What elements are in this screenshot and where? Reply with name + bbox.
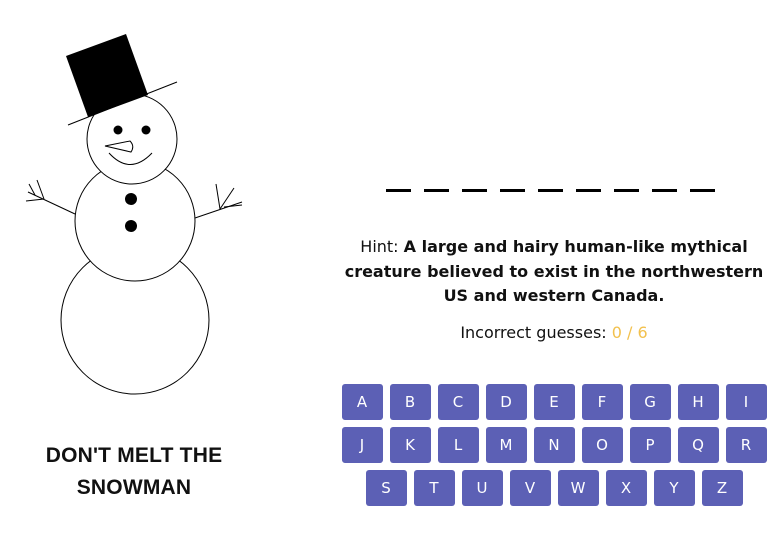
letter-key-x[interactable]: X	[605, 470, 647, 506]
letter-blank	[386, 189, 411, 192]
letter-key-j[interactable]: J	[341, 427, 383, 463]
hint-text: A large and hairy human-like mythical cr…	[344, 237, 764, 305]
letter-key-s[interactable]: S	[365, 470, 407, 506]
letter-blank	[462, 189, 487, 192]
letter-key-u[interactable]: U	[461, 470, 503, 506]
snowman-eye	[141, 125, 151, 135]
letter-blank	[538, 189, 563, 192]
letter-key-y[interactable]: Y	[653, 470, 695, 506]
letter-key-h[interactable]: H	[677, 384, 719, 420]
letter-key-p[interactable]: P	[629, 427, 671, 463]
letter-blank	[614, 189, 639, 192]
letter-key-m[interactable]: M	[485, 427, 527, 463]
letter-key-w[interactable]: W	[557, 470, 599, 506]
letter-key-q[interactable]: Q	[677, 427, 719, 463]
letter-key-f[interactable]: F	[581, 384, 623, 420]
letter-key-c[interactable]: C	[437, 384, 479, 420]
snowman-button	[125, 220, 137, 232]
letter-key-v[interactable]: V	[509, 470, 551, 506]
letter-blank	[652, 189, 677, 192]
snowman-left-arm	[25, 179, 76, 215]
letter-key-z[interactable]: Z	[701, 470, 743, 506]
letter-key-t[interactable]: T	[413, 470, 455, 506]
snowman-right-arm	[194, 183, 243, 219]
letter-key-k[interactable]: K	[389, 427, 431, 463]
letter-key-b[interactable]: B	[389, 384, 431, 420]
game-page: DON'T MELT THE SNOWMAN Hint: A large and…	[0, 0, 780, 557]
letter-key-e[interactable]: E	[533, 384, 575, 420]
letter-blank	[424, 189, 449, 192]
letter-keyboard: ABCDEFGHI JKLMNOPQR STUVWXYZ	[340, 384, 768, 506]
letter-key-g[interactable]: G	[629, 384, 671, 420]
letter-blank	[576, 189, 601, 192]
letter-blank	[690, 189, 715, 192]
letter-blank	[500, 189, 525, 192]
word-blanks	[386, 189, 715, 192]
incorrect-guesses: Incorrect guesses: 0 / 6	[338, 323, 770, 343]
letter-key-a[interactable]: A	[341, 384, 383, 420]
letter-key-i[interactable]: I	[725, 384, 767, 420]
letter-key-r[interactable]: R	[725, 427, 767, 463]
snowman-button	[125, 193, 137, 205]
snowman-eye	[113, 125, 123, 135]
letter-key-n[interactable]: N	[533, 427, 575, 463]
guesses-count: 0 / 6	[611, 323, 648, 342]
hint-label: Hint:	[360, 237, 399, 256]
letter-key-d[interactable]: D	[485, 384, 527, 420]
letter-key-o[interactable]: O	[581, 427, 623, 463]
guesses-label: Incorrect guesses:	[460, 323, 607, 342]
game-title: DON'T MELT THE SNOWMAN	[45, 444, 223, 499]
letter-key-l[interactable]: L	[437, 427, 479, 463]
snowman-illustration	[25, 34, 243, 395]
hint: Hint: A large and hairy human-like mythi…	[338, 235, 770, 309]
